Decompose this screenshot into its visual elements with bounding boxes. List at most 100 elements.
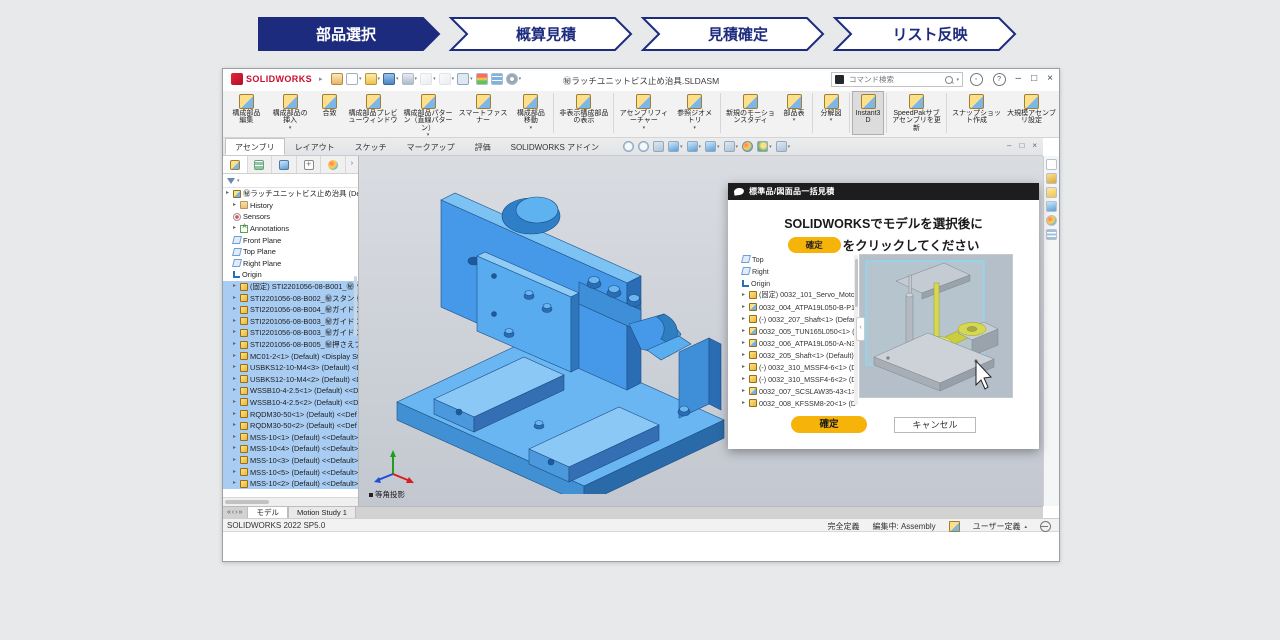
expand-arrow-icon[interactable] xyxy=(233,397,238,408)
ribbon-button[interactable]: 大規模アセンブリ設定 ▾ xyxy=(1004,91,1059,135)
doc-restore-icon[interactable]: □ xyxy=(1019,141,1024,150)
tree-item[interactable]: MSS-10<1> (Default) <<Default> xyxy=(223,431,358,443)
expand-arrow-icon[interactable] xyxy=(233,362,238,373)
ribbon-button[interactable]: Instant3D ▾ xyxy=(852,91,884,135)
tree-item[interactable]: RQDM30-50<1> (Default) <<Def xyxy=(223,408,358,420)
tree-item[interactable]: Right Plane xyxy=(223,258,358,270)
redo-icon[interactable] xyxy=(439,73,451,85)
tree-item[interactable]: MSS-10<5> (Default) <<Default> xyxy=(223,466,358,478)
ribbon-button[interactable]: スマートファスナー ▾ xyxy=(456,91,511,135)
dropdown-caret-icon[interactable]: ▾ xyxy=(396,76,399,82)
dropdown-caret-icon[interactable]: ▾ xyxy=(736,144,739,150)
apply-scene-icon[interactable] xyxy=(757,141,768,152)
tree-item[interactable]: Sensors xyxy=(223,211,358,223)
expand-arrow-icon[interactable] xyxy=(233,351,238,362)
tree-tabs-overflow-icon[interactable]: › xyxy=(346,156,358,173)
home-icon[interactable] xyxy=(331,73,343,85)
dialog-tree-item[interactable]: 0032_005_TUN165L050<1> (D xyxy=(734,325,858,337)
expand-arrow-icon[interactable] xyxy=(233,200,238,211)
expand-arrow-icon[interactable] xyxy=(742,326,747,337)
cancel-button[interactable]: キャンセル xyxy=(894,417,976,433)
doc-close-icon[interactable]: × xyxy=(1032,141,1037,150)
preview-collapse-handle[interactable] xyxy=(856,317,865,341)
expand-arrow-icon[interactable] xyxy=(742,302,747,313)
view-settings-icon[interactable] xyxy=(776,141,787,152)
ribbon-button[interactable]: 分解図 ▾ xyxy=(815,91,847,135)
dropdown-caret-icon[interactable]: ▾ xyxy=(359,76,362,82)
expand-arrow-icon[interactable] xyxy=(233,467,238,478)
ribbon-tab[interactable]: SOLIDWORKS アドイン xyxy=(501,138,609,155)
display-style-icon[interactable] xyxy=(705,141,716,152)
ribbon-tab[interactable]: レイアウト xyxy=(285,138,345,155)
unit-caret-icon[interactable]: ▴ xyxy=(1024,524,1027,530)
expand-arrow-icon[interactable] xyxy=(742,374,747,385)
tree-item[interactable]: Annotations xyxy=(223,223,358,235)
dropdown-caret-icon[interactable]: ▾ xyxy=(519,76,522,82)
tree-item[interactable]: History xyxy=(223,200,358,212)
tree-item[interactable]: Front Plane xyxy=(223,234,358,246)
expand-arrow-icon[interactable] xyxy=(233,432,238,443)
expand-arrow-icon[interactable] xyxy=(233,281,238,292)
tree-item[interactable]: MSS-10<2> (Default) <<Default> xyxy=(223,478,358,490)
previous-view-icon[interactable] xyxy=(653,141,664,152)
expand-arrow-icon[interactable] xyxy=(233,304,238,315)
dropdown-caret-icon[interactable]: ▾ xyxy=(470,76,473,82)
open-icon[interactable] xyxy=(365,73,377,85)
dropdown-caret-icon[interactable]: ▾ xyxy=(378,76,381,82)
dropdown-caret-icon[interactable]: ▾ xyxy=(793,117,796,123)
expand-arrow-icon[interactable] xyxy=(233,316,238,327)
dropdown-caret-icon[interactable]: ▾ xyxy=(433,76,436,82)
ribbon-button[interactable]: 新規のモーションスタディ ▾ xyxy=(723,91,778,135)
expand-arrow-icon[interactable] xyxy=(233,385,238,396)
expand-arrow-icon[interactable] xyxy=(226,188,231,199)
ribbon-button[interactable]: アセンブリフィーチャー ▾ xyxy=(616,91,671,135)
dialog-tree-item[interactable]: (-) 0032_310_MSSF4-6<2> (D xyxy=(734,373,858,385)
account-icon[interactable]: ◦ xyxy=(970,73,983,86)
rebuild-icon[interactable] xyxy=(476,73,488,85)
expand-arrow-icon[interactable] xyxy=(742,338,747,349)
expand-arrow-icon[interactable] xyxy=(233,293,238,304)
expand-arrow-icon[interactable] xyxy=(233,374,238,385)
zoom-fit-icon[interactable] xyxy=(623,141,634,152)
step-rough-estimate[interactable]: 概算見積 xyxy=(451,18,631,50)
ribbon-button[interactable]: 合致 ▾ xyxy=(314,91,346,135)
expand-arrow-icon[interactable] xyxy=(742,350,747,361)
ribbon-button[interactable]: スナップショット作成 ▾ xyxy=(949,91,1004,135)
search-input[interactable] xyxy=(847,74,942,85)
dialog-tree-item[interactable]: 0032_205_Shaft<1> (Default) xyxy=(734,349,858,361)
appearances-icon[interactable] xyxy=(1046,215,1057,226)
ribbon-button[interactable]: 部品表 ▾ xyxy=(778,91,810,135)
tree-item[interactable]: USBKS12-10-M4<2> (Default) <D xyxy=(223,374,358,386)
ribbon-button[interactable]: 構成部品の挿入 ▾ xyxy=(267,91,314,135)
ribbon-button[interactable]: 参照ジオメトリ ▾ xyxy=(671,91,718,135)
maximize-button[interactable]: □ xyxy=(1031,72,1037,86)
dialog-tree-item[interactable]: 0032_006_ATPA19L050-A-N3 xyxy=(734,337,858,349)
model-tab[interactable]: モデル xyxy=(247,506,288,518)
ribbon-tab[interactable]: アセンブリ xyxy=(225,138,285,155)
ribbon-button[interactable]: 構成部品パターン（直線パターン） ▾ xyxy=(401,91,456,135)
tree-item[interactable]: MSS-10<4> (Default) <<Default> xyxy=(223,443,358,455)
tree-item[interactable]: STI2201056-08-B003_㊙ガイドブロッ xyxy=(223,327,358,339)
expand-arrow-icon[interactable] xyxy=(233,420,238,431)
tree-filter[interactable]: ▾ xyxy=(223,174,358,188)
dropdown-caret-icon[interactable]: ▾ xyxy=(769,144,772,150)
tab-nav-icons[interactable]: «‹›» xyxy=(223,507,247,518)
ribbon-button[interactable]: SpeedPakサブアセンブリを更新 ▾ xyxy=(889,91,944,135)
filter-caret-icon[interactable]: ▾ xyxy=(237,178,240,184)
assembly-model[interactable] xyxy=(379,164,749,494)
ribbon-tab[interactable]: 評価 xyxy=(465,138,501,155)
design-library-icon[interactable] xyxy=(1046,173,1057,184)
expand-arrow-icon[interactable] xyxy=(233,339,238,350)
dropdown-caret-icon[interactable]: ▾ xyxy=(643,125,646,131)
tree-item[interactable]: (固定) STI2201056-08-B001_㊙ベー xyxy=(223,281,358,293)
dropdown-caret-icon[interactable]: ▾ xyxy=(788,144,791,150)
tree-item[interactable]: STI2201056-08-B003_㊙ガイドブロッ xyxy=(223,316,358,328)
close-button[interactable]: × xyxy=(1047,72,1053,86)
settings-gear-icon[interactable] xyxy=(506,73,518,85)
edit-appearance-icon[interactable] xyxy=(742,141,753,152)
file-explorer-icon[interactable] xyxy=(1046,187,1057,198)
search-icon[interactable] xyxy=(945,76,953,84)
view-palette-icon[interactable] xyxy=(1046,201,1057,212)
ribbon-button[interactable]: 非表示構成部品の表示 ▾ xyxy=(556,91,611,135)
dialog-tree-item[interactable]: Right xyxy=(734,265,858,277)
